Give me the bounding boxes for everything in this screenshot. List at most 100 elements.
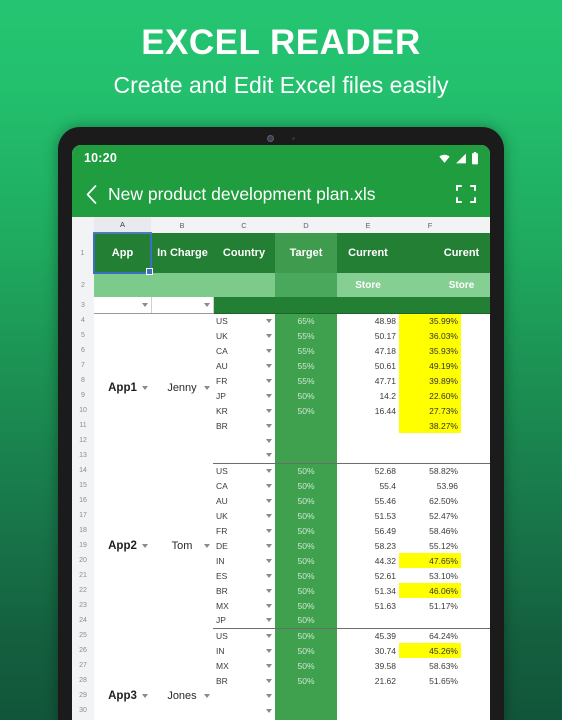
cell-country[interactable]: CA <box>213 343 275 358</box>
cell-target[interactable]: 50% <box>275 493 337 508</box>
row-number-28[interactable]: 28 <box>72 673 94 688</box>
group-cell-in-charge-1[interactable]: Jenny <box>151 313 213 463</box>
row-number-29[interactable]: 29 <box>72 688 94 703</box>
cell-country[interactable] <box>213 448 275 464</box>
cell-overflow[interactable] <box>461 373 490 388</box>
cell-target[interactable]: 55% <box>275 358 337 373</box>
fullscreen-icon[interactable] <box>454 182 478 206</box>
subheader-cell-country[interactable] <box>213 273 275 297</box>
cell-curent-store[interactable] <box>399 433 461 448</box>
cell-overflow[interactable] <box>461 538 490 553</box>
row-number-9[interactable]: 9 <box>72 388 94 403</box>
header-cell-country[interactable]: Country <box>213 233 275 273</box>
cell-curent-store[interactable]: 22.60% <box>399 388 461 403</box>
chevron-down-icon[interactable] <box>266 708 272 713</box>
chevron-down-icon[interactable] <box>266 513 272 518</box>
cell-curent-store[interactable]: 47.65% <box>399 553 461 568</box>
cell-overflow[interactable] <box>461 343 490 358</box>
chevron-down-icon[interactable] <box>266 633 272 638</box>
cell-target[interactable] <box>275 418 337 433</box>
cell-curent-store[interactable]: 38.27% <box>399 418 461 433</box>
cell-overflow[interactable] <box>461 418 490 433</box>
filter-cell-app[interactable] <box>94 297 152 314</box>
cell-country[interactable]: BR <box>213 418 275 433</box>
cell-country[interactable]: UK <box>213 508 275 523</box>
subheader-cell-current-store[interactable]: Store <box>337 273 399 297</box>
chevron-down-icon[interactable] <box>266 543 272 548</box>
cell-target[interactable]: 55% <box>275 328 337 343</box>
chevron-down-icon[interactable] <box>266 483 272 488</box>
row-number-21[interactable]: 21 <box>72 568 94 583</box>
cell-overflow[interactable] <box>461 358 490 373</box>
chevron-down-icon[interactable] <box>266 318 272 323</box>
cell-curent-store[interactable]: 45.26% <box>399 643 461 658</box>
cell-overflow[interactable] <box>461 688 490 703</box>
cell-country[interactable]: MX <box>213 598 275 613</box>
column-header-b[interactable]: B <box>151 217 213 233</box>
cell-curent-store[interactable] <box>399 448 461 464</box>
group-cell-in-charge-2[interactable]: Tom <box>151 463 213 628</box>
cell-overflow[interactable] <box>461 613 490 629</box>
cell-target[interactable]: 50% <box>275 613 337 629</box>
cell-target[interactable]: 55% <box>275 373 337 388</box>
cell-target[interactable] <box>275 433 337 448</box>
group-cell-app-2[interactable]: App2 <box>94 463 151 628</box>
column-header-e[interactable]: E <box>337 217 399 233</box>
cell-overflow[interactable] <box>461 312 490 328</box>
row-number-25[interactable]: 25 <box>72 628 94 643</box>
chevron-down-icon[interactable] <box>266 573 272 578</box>
cell-target[interactable]: 50% <box>275 523 337 538</box>
row-number-27[interactable]: 27 <box>72 658 94 673</box>
cell-country[interactable]: AU <box>213 493 275 508</box>
header-cell-in-charge[interactable]: In Charge <box>151 233 213 273</box>
cell-curent-store[interactable] <box>399 688 461 703</box>
cell-country[interactable]: ES <box>213 568 275 583</box>
cell-curent-store[interactable]: 46.06% <box>399 583 461 598</box>
row-number-14[interactable]: 14 <box>72 463 94 478</box>
cell-current[interactable]: 52.68 <box>337 462 399 478</box>
cell-overflow[interactable] <box>461 568 490 583</box>
cell-current[interactable]: 55.4 <box>337 478 399 493</box>
cell-overflow[interactable] <box>461 388 490 403</box>
cell-current[interactable]: 14.2 <box>337 388 399 403</box>
cell-curent-store[interactable]: 52.47% <box>399 508 461 523</box>
cell-curent-store[interactable]: 62.50% <box>399 493 461 508</box>
column-header-d[interactable]: D <box>275 217 337 233</box>
cell-current[interactable]: 50.61 <box>337 358 399 373</box>
cell-current[interactable] <box>337 448 399 464</box>
cell-overflow[interactable] <box>461 658 490 673</box>
cell-current[interactable]: 56.49 <box>337 523 399 538</box>
chevron-down-icon[interactable] <box>266 408 272 413</box>
chevron-down-icon[interactable] <box>266 453 272 458</box>
chevron-down-icon[interactable] <box>266 348 272 353</box>
row-number-6[interactable]: 6 <box>72 343 94 358</box>
cell-current[interactable]: 52.61 <box>337 568 399 583</box>
cell-current[interactable] <box>337 418 399 433</box>
chevron-down-icon[interactable] <box>266 618 272 623</box>
cell-overflow[interactable] <box>461 493 490 508</box>
cell-country[interactable]: MX <box>213 658 275 673</box>
header-cell-curent[interactable]: Curent <box>399 233 490 273</box>
row-number-1[interactable]: 1 <box>72 233 94 273</box>
cell-current[interactable]: 51.34 <box>337 583 399 598</box>
cell-target[interactable]: 50% <box>275 388 337 403</box>
subheader-cell-target[interactable] <box>275 273 337 297</box>
cell-country[interactable]: IN <box>213 643 275 658</box>
cell-current[interactable]: 51.63 <box>337 598 399 613</box>
chevron-down-icon[interactable] <box>266 558 272 563</box>
cell-target[interactable]: 50% <box>275 403 337 418</box>
column-header-f[interactable]: F <box>399 217 461 233</box>
chevron-down-icon[interactable] <box>266 333 272 338</box>
cell-target[interactable]: 50% <box>275 553 337 568</box>
chevron-down-icon[interactable] <box>203 302 210 307</box>
cell-target[interactable] <box>275 703 337 718</box>
cell-target[interactable]: 50% <box>275 478 337 493</box>
cell-overflow[interactable] <box>461 673 490 688</box>
chevron-down-icon[interactable] <box>142 543 148 548</box>
chevron-down-icon[interactable] <box>266 648 272 653</box>
cell-country[interactable]: KR <box>213 403 275 418</box>
subheader-cell-curent-store[interactable]: Store <box>399 273 490 297</box>
cell-current[interactable]: 44.32 <box>337 553 399 568</box>
cell-country[interactable]: JP <box>213 613 275 629</box>
cell-curent-store[interactable]: 58.82% <box>399 462 461 478</box>
